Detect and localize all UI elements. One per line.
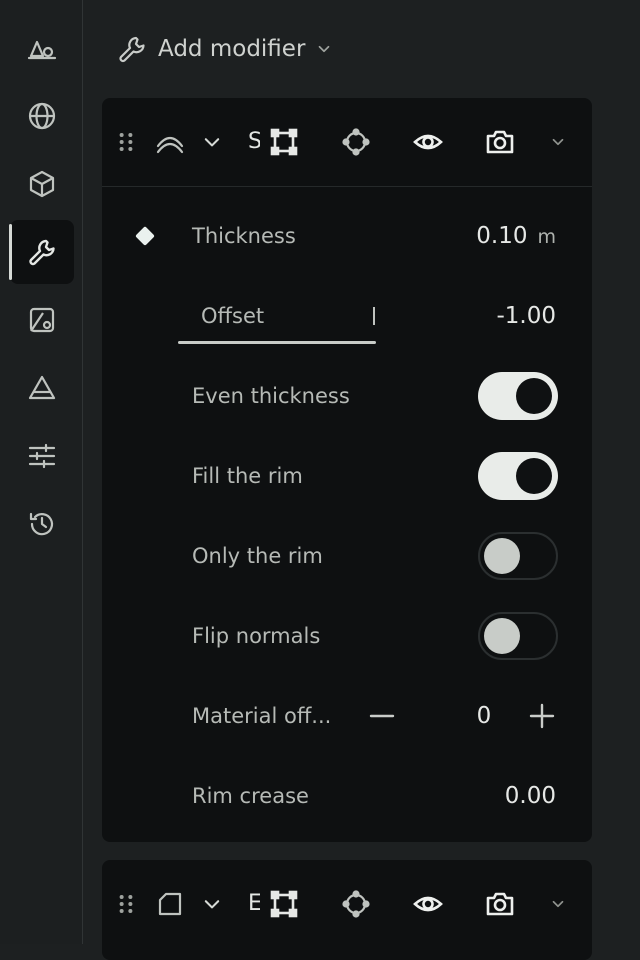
sidebar-item-modifiers[interactable]: [9, 220, 74, 284]
material-offset-value[interactable]: 0: [464, 686, 504, 746]
drag-handle-icon: [119, 132, 133, 152]
sidebar-item-history[interactable]: [10, 492, 74, 556]
only-rim-label: Only the rim: [192, 544, 323, 568]
material-offset-label: Material off...: [192, 704, 332, 728]
shapes-icon: [27, 40, 57, 60]
add-modifier-button[interactable]: Add modifier: [116, 28, 333, 70]
rim-crease-row[interactable]: Rim crease 0.00: [102, 766, 592, 826]
offset-value[interactable]: -1.00: [496, 286, 556, 346]
cube-icon: [29, 170, 55, 198]
modifier-type-icon: [152, 124, 188, 160]
thickness-unit: m: [537, 226, 556, 248]
chevron-down-icon: [552, 900, 564, 908]
viewport-visibility-toggle[interactable]: [410, 124, 446, 160]
sidebar-item-particles[interactable]: [10, 288, 74, 352]
render-visibility-toggle[interactable]: [482, 124, 518, 160]
fill-rim-label: Fill the rim: [192, 464, 303, 488]
plus-icon[interactable]: [526, 700, 558, 732]
camera-icon: [486, 892, 514, 916]
vertex-icon: [342, 890, 370, 918]
modifier-panel-solidify: S Thickness 0.10 m Offset -1.00 Even thi…: [102, 98, 592, 842]
drag-handle-icon: [119, 894, 133, 914]
solidify-icon: [156, 136, 184, 154]
expand-toggle[interactable]: [198, 886, 226, 922]
offset-focus-underline: [178, 341, 376, 344]
expand-toggle[interactable]: [198, 124, 226, 160]
header-divider: [102, 186, 592, 187]
material-offset-row: Material off... 0: [102, 686, 592, 746]
toggle-knob: [484, 538, 520, 574]
only-rim-toggle[interactable]: [478, 532, 558, 580]
properties-sidebar: [0, 0, 83, 944]
minus-icon[interactable]: [366, 700, 398, 732]
text-cursor: [373, 307, 375, 325]
wrench-icon: [119, 36, 145, 63]
viewport-visibility-toggle[interactable]: [410, 886, 446, 922]
wrench-icon: [29, 239, 55, 266]
flip-normals-toggle[interactable]: [478, 612, 558, 660]
modifier-menu-button[interactable]: [544, 886, 572, 922]
fill-rim-row: Fill the rim: [102, 446, 592, 506]
eye-icon: [413, 896, 443, 912]
triangle-icon: [28, 375, 56, 400]
modifier-name-field[interactable]: S: [248, 126, 260, 158]
drag-handle[interactable]: [112, 124, 140, 160]
chevron-down-icon: [319, 45, 330, 53]
even-thickness-toggle[interactable]: [478, 372, 558, 420]
on-cage-toggle[interactable]: [338, 124, 374, 160]
offset-label: Offset: [201, 304, 265, 328]
on-cage-toggle[interactable]: [338, 886, 374, 922]
flip-normals-label: Flip normals: [192, 624, 321, 648]
bevel-icon: [158, 892, 182, 916]
thickness-row[interactable]: Thickness 0.10 m: [102, 206, 592, 266]
sidebar-item-constraints[interactable]: [10, 424, 74, 488]
edit-mode-icon: [270, 128, 298, 156]
modifier-type-icon: [152, 886, 188, 922]
camera-icon: [486, 130, 514, 154]
edit-mode-toggle[interactable]: [266, 124, 302, 160]
rim-crease-label: Rim crease: [192, 784, 309, 808]
render-visibility-toggle[interactable]: [482, 886, 518, 922]
drag-handle[interactable]: [112, 886, 140, 922]
chevron-down-icon: [204, 138, 220, 147]
modifier-menu-button[interactable]: [544, 124, 572, 160]
toggle-knob: [484, 618, 520, 654]
edit-mode-toggle[interactable]: [266, 886, 302, 922]
rim-crease-value[interactable]: 0.00: [505, 766, 556, 826]
eye-icon: [413, 134, 443, 150]
modifier-name-field[interactable]: E: [248, 888, 260, 920]
offset-row[interactable]: Offset -1.00: [102, 286, 592, 346]
fill-rim-toggle[interactable]: [478, 452, 558, 500]
even-thickness-row: Even thickness: [102, 366, 592, 426]
only-rim-row: Only the rim: [102, 526, 592, 586]
thickness-label: Thickness: [192, 224, 296, 248]
history-icon: [29, 512, 54, 536]
edit-mode-icon: [270, 890, 298, 918]
sidebar-item-object[interactable]: [10, 152, 74, 216]
keyframe-diamond-icon[interactable]: [135, 226, 155, 246]
vertex-icon: [342, 128, 370, 156]
even-thickness-label: Even thickness: [192, 384, 350, 408]
toggle-knob: [516, 458, 552, 494]
modifier-panel-second: E: [102, 860, 592, 960]
paint-icon: [29, 307, 55, 333]
add-modifier-label: Add modifier: [158, 36, 306, 62]
modifier-header: S: [102, 98, 592, 187]
sidebar-item-physics[interactable]: [10, 356, 74, 420]
chevron-down-icon: [204, 900, 220, 909]
sliders-icon: [28, 443, 56, 469]
sidebar-item-world[interactable]: [10, 84, 74, 148]
flip-normals-row: Flip normals: [102, 606, 592, 666]
toggle-knob: [516, 378, 552, 414]
globe-icon: [28, 102, 56, 130]
chevron-down-icon: [552, 138, 564, 146]
thickness-value[interactable]: 0.10 m: [476, 206, 556, 267]
sidebar-item-tool[interactable]: [10, 16, 74, 80]
